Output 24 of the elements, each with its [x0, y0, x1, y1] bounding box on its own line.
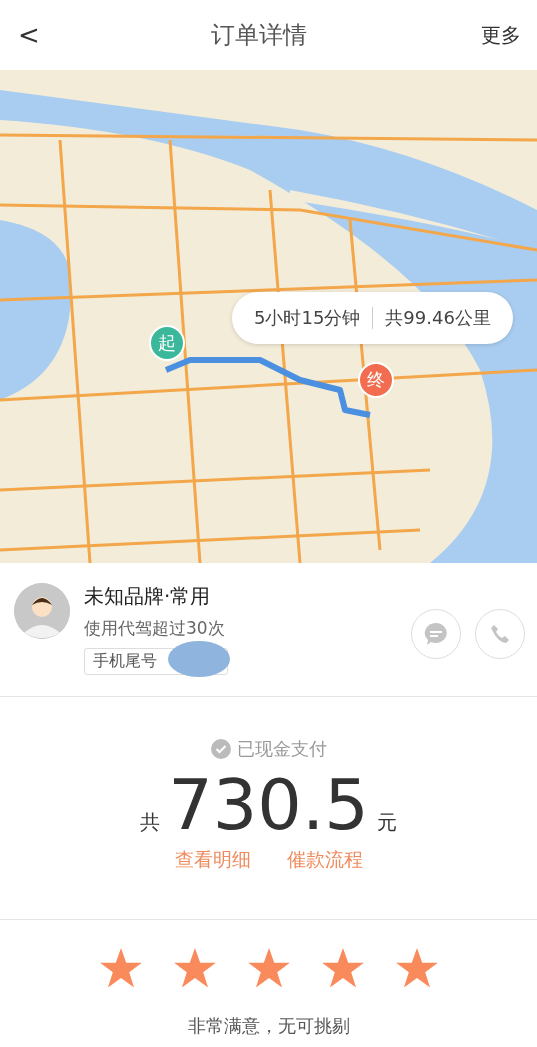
star-icon[interactable] [395, 948, 438, 988]
driver-name: 未知品牌·常用 [84, 583, 212, 609]
back-button[interactable]: < [14, 20, 44, 50]
usage-count-text: 使用代驾超过30次 [84, 617, 226, 640]
phone-icon [489, 623, 511, 645]
star-icon[interactable] [173, 948, 216, 988]
amount-prefix: 共 [140, 809, 161, 836]
redaction-mark [168, 641, 230, 677]
more-button[interactable]: 更多 [475, 20, 527, 50]
page-title: 订单详情 [211, 20, 308, 51]
rating-comment: 非常满意，无可挑剔 [187, 1014, 350, 1038]
payment-status: 已现金支付 [236, 737, 327, 761]
star-icon[interactable] [321, 948, 364, 988]
total-amount: 730.5 [168, 763, 369, 847]
chat-bubble-icon [422, 620, 450, 648]
currency-unit: 元 [376, 809, 397, 836]
check-circle-icon [210, 739, 231, 759]
star-icon[interactable] [99, 948, 142, 988]
call-button[interactable] [475, 609, 525, 659]
duration-text: 5小时15分钟 [254, 306, 361, 330]
star-icon[interactable] [247, 948, 290, 988]
avatar-icon [14, 583, 70, 639]
message-button[interactable] [411, 609, 461, 659]
distance-text: 共99.46公里 [385, 306, 491, 330]
